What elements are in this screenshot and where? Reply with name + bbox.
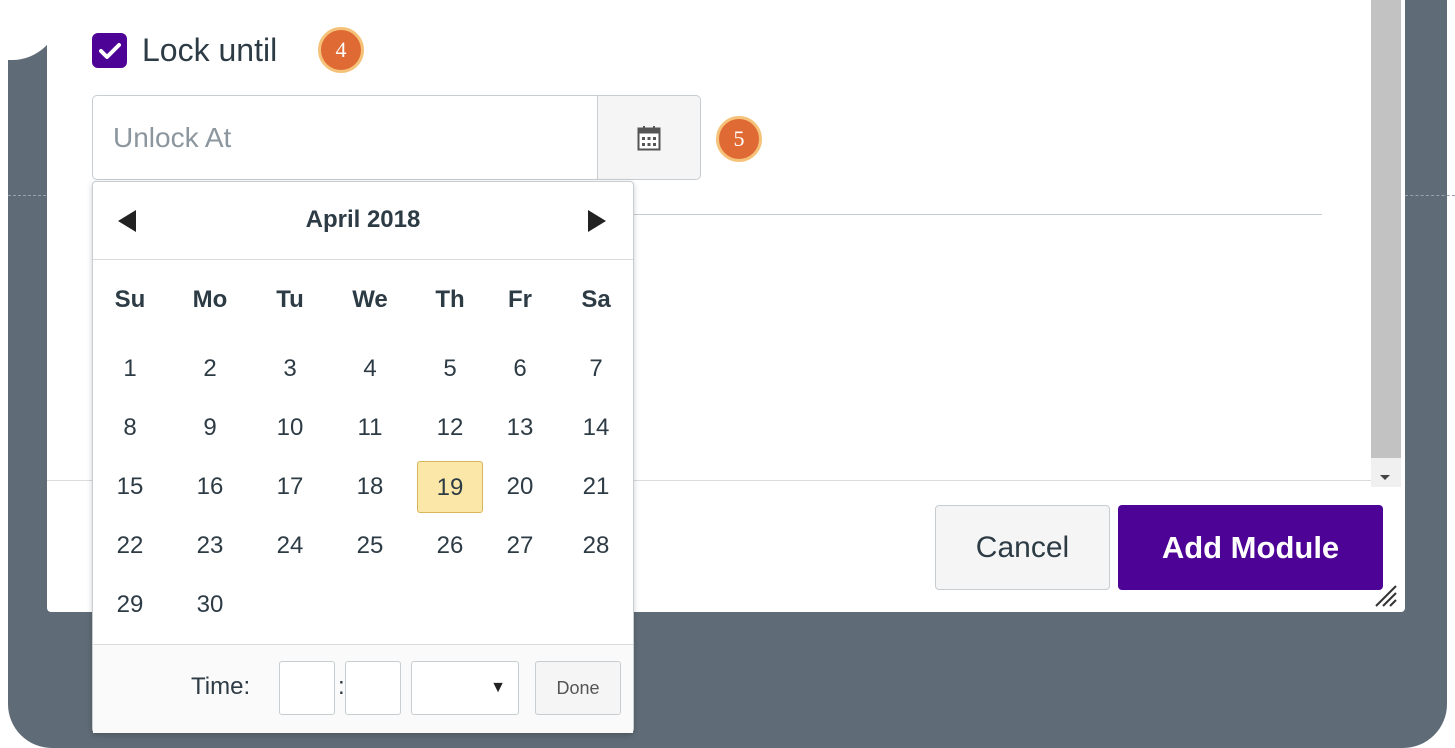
calendar-day[interactable]: 26 [417, 520, 483, 572]
calendar-day[interactable]: 17 [257, 461, 323, 513]
backdrop-divider [8, 195, 46, 196]
calendar-day[interactable]: 4 [337, 343, 403, 395]
calendar-day[interactable]: 11 [337, 402, 403, 454]
weekday-label: Th [435, 286, 465, 313]
calendar-day[interactable]: 15 [97, 461, 163, 513]
calendar-day[interactable]: 1 [97, 343, 163, 395]
calendar-day[interactable]: 23 [177, 520, 243, 572]
calendar-day[interactable]: 29 [97, 579, 163, 631]
calendar-week-row: 22 23 24 25 26 27 28 [93, 517, 633, 576]
calendar-day[interactable]: 22 [97, 520, 163, 572]
datepicker-calendar-grid: Su Mo Tu We Th Fr Sa 1 2 3 4 5 6 7 8 9 10 11 12 13 14 15 16 17 1… [93, 260, 633, 635]
next-month-icon[interactable] [588, 210, 606, 232]
cancel-button[interactable]: Cancel [935, 505, 1110, 590]
check-icon [98, 42, 121, 59]
calendar-day[interactable]: 21 [563, 461, 629, 513]
calendar-day[interactable]: 14 [563, 402, 629, 454]
backdrop-divider [1405, 195, 1455, 196]
calendar-day[interactable]: 2 [177, 343, 243, 395]
calendar-day[interactable]: 7 [563, 343, 629, 395]
done-button[interactable]: Done [535, 661, 621, 715]
calendar-week-row: 29 30 [93, 576, 633, 635]
callout-badge-4: 4 [318, 27, 364, 73]
ampm-select[interactable]: ▼ [411, 661, 519, 715]
chevron-down-icon: ▼ [490, 679, 506, 696]
weekday-header-row: Su Mo Tu We Th Fr Sa [93, 260, 633, 340]
datepicker-header: April 2018 [93, 182, 633, 260]
calendar-day[interactable]: 27 [487, 520, 553, 572]
calendar-week-row: 8 9 10 11 12 13 14 [93, 399, 633, 458]
calendar-day[interactable]: 13 [487, 402, 553, 454]
calendar-day[interactable]: 3 [257, 343, 323, 395]
calendar-day[interactable]: 28 [563, 520, 629, 572]
weekday-label: We [352, 286, 388, 313]
weekday-label: Su [114, 286, 146, 313]
calendar-day-today[interactable]: 19 [417, 461, 483, 513]
time-label: Time: [191, 673, 251, 700]
add-module-button[interactable]: Add Module [1118, 505, 1383, 590]
callout-badge-5: 5 [716, 116, 762, 162]
datepicker-month-title: April 2018 [305, 206, 421, 233]
calendar-week-row: 1234567 [93, 340, 633, 399]
calendar-day[interactable]: 30 [177, 579, 243, 631]
calendar-icon [637, 125, 661, 150]
hour-input[interactable] [279, 661, 335, 715]
minute-input[interactable] [345, 661, 401, 715]
time-separator: : [338, 673, 345, 700]
calendar-day[interactable]: 8 [97, 402, 163, 454]
scroll-down-icon[interactable] [1380, 475, 1390, 480]
datepicker-popup: April 2018 Su Mo Tu We Th Fr Sa 1 2 3 4 5 6 7 8 9 10 11 12… [92, 181, 634, 733]
resize-handle-icon[interactable] [1372, 582, 1398, 608]
lock-until-label[interactable]: Lock until [142, 28, 277, 72]
calendar-day[interactable]: 5 [417, 343, 483, 395]
lock-until-checkbox[interactable] [92, 33, 127, 68]
calendar-day[interactable]: 25 [337, 520, 403, 572]
calendar-day[interactable]: 24 [257, 520, 323, 572]
weekday-label: Fr [508, 286, 532, 313]
unlock-at-input[interactable]: Unlock At [92, 95, 598, 180]
calendar-day[interactable]: 18 [337, 461, 403, 513]
calendar-day[interactable]: 6 [487, 343, 553, 395]
calendar-day[interactable]: 16 [177, 461, 243, 513]
scrollbar-thumb[interactable] [1371, 0, 1401, 458]
calendar-button[interactable] [597, 95, 701, 180]
datepicker-time-footer: Time: : ▼ Done [93, 644, 633, 733]
weekday-label: Tu [276, 286, 304, 313]
weekday-label: Sa [581, 286, 611, 313]
weekday-label: Mo [192, 286, 228, 313]
calendar-week-row: 15 16 17 18 19 20 21 [93, 458, 633, 517]
calendar-day[interactable]: 20 [487, 461, 553, 513]
calendar-day[interactable]: 10 [257, 402, 323, 454]
calendar-day[interactable]: 12 [417, 402, 483, 454]
calendar-day[interactable]: 9 [177, 402, 243, 454]
section-divider [634, 214, 1322, 215]
